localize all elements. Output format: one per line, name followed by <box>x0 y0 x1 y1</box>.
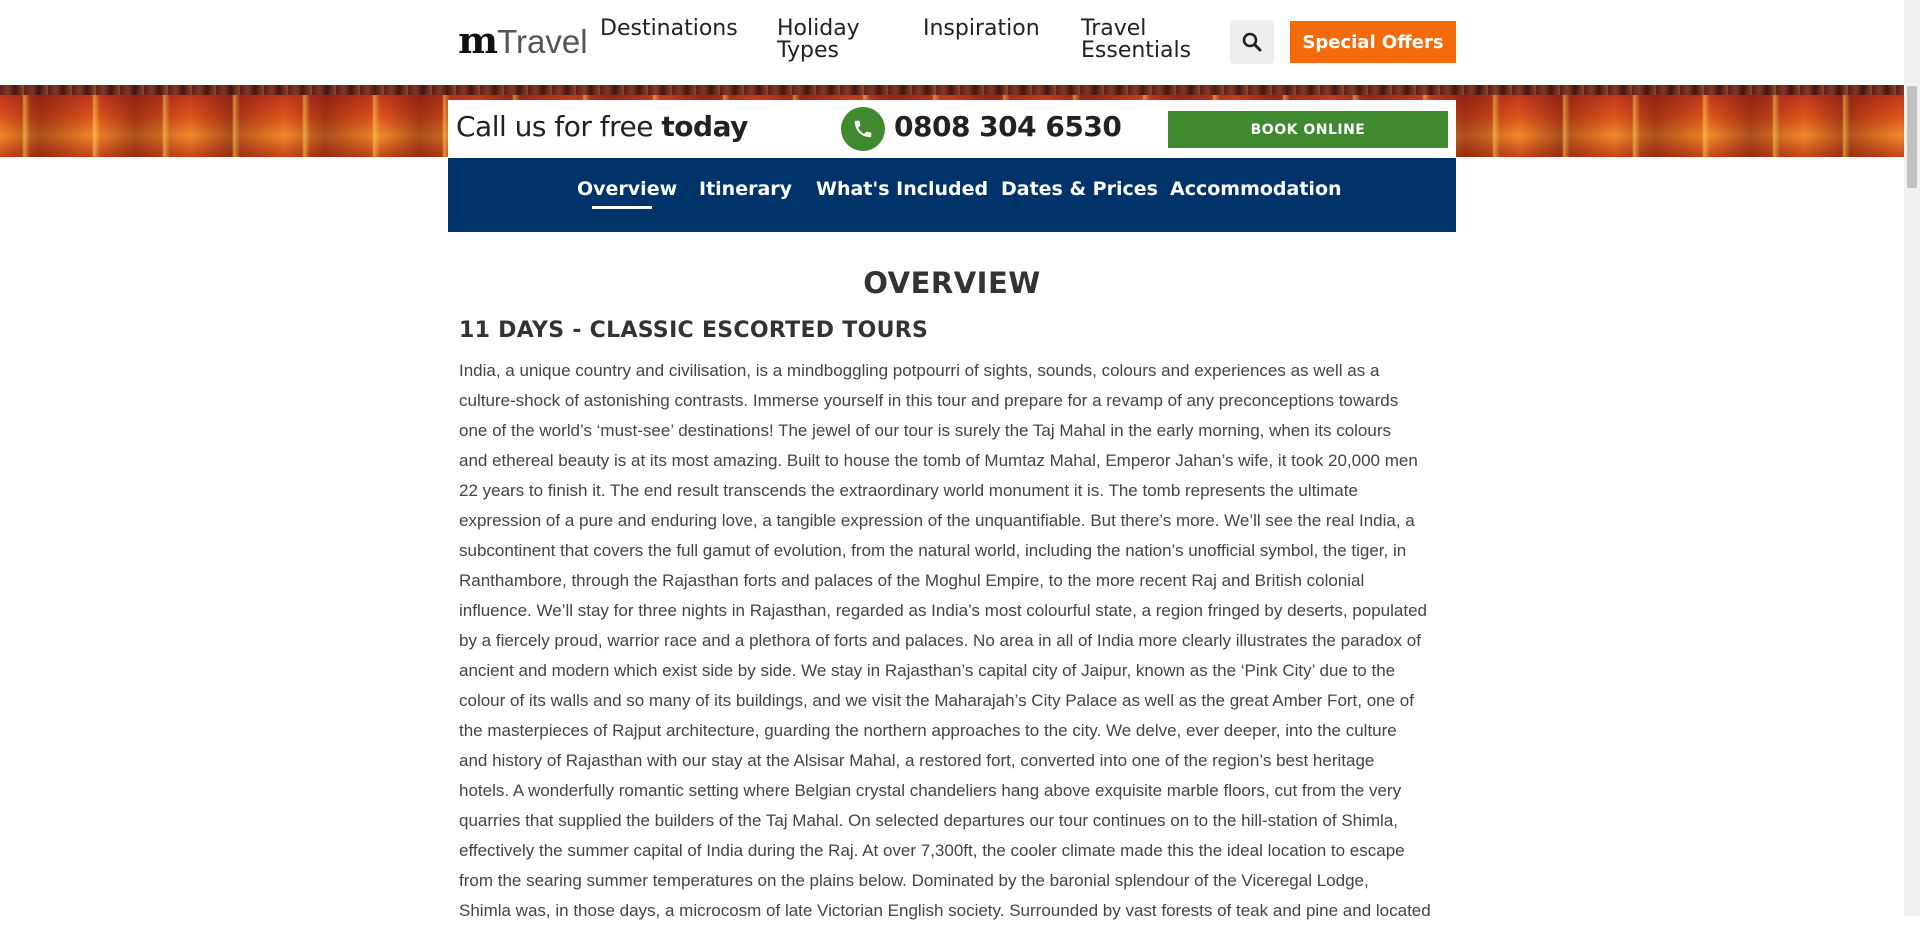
body-line: and history of Rajasthan with our stay a… <box>459 751 1375 770</box>
nav-holiday-types[interactable]: Holiday Types <box>777 18 897 62</box>
scrollbar-thumb[interactable] <box>1907 86 1917 188</box>
body-line: one of the world’s ‘must-see’ destinatio… <box>459 421 1392 440</box>
body-line: colour of its walls and so many of its b… <box>459 691 1414 710</box>
book-online-button[interactable]: BOOK ONLINE <box>1168 111 1448 148</box>
tour-heading: 11 DAYS - CLASSIC ESCORTED TOURS <box>459 318 929 343</box>
logo-mark: m <box>458 20 498 62</box>
body-line: the masterpieces of Rajput architecture,… <box>459 721 1397 740</box>
search-icon <box>1242 32 1262 52</box>
body-line: subcontinent that covers the full gamut … <box>459 541 1407 560</box>
body-line: Ranthambore, through the Rajasthan forts… <box>459 571 1365 590</box>
tour-tab-bar: Overview Itinerary What's Included Dates… <box>448 158 1456 232</box>
body-line: expression of a pure and enduring love, … <box>459 511 1415 530</box>
tab-itinerary[interactable]: Itinerary <box>699 178 792 200</box>
tab-accommodation[interactable]: Accommodation <box>1170 178 1342 200</box>
tab-whats-included[interactable]: What's Included <box>816 178 988 200</box>
tab-overview[interactable]: Overview <box>577 178 677 200</box>
tab-dates-prices[interactable]: Dates & Prices <box>1001 178 1158 200</box>
active-tab-indicator <box>592 206 652 209</box>
body-line: ancient and modern which exist side by s… <box>459 661 1396 680</box>
banner-texture <box>0 85 1904 95</box>
phone-icon[interactable] <box>841 107 885 151</box>
body-line: from the searing summer temperatures on … <box>459 871 1369 890</box>
phone-number[interactable]: 0808 304 6530 <box>894 110 1122 143</box>
nav-destinations[interactable]: Destinations <box>600 18 738 40</box>
overview-body: India, a unique country and civilisation… <box>459 356 1449 926</box>
body-line: by a fiercely proud, warrior race and a … <box>459 631 1421 650</box>
logo[interactable]: m Travel <box>458 20 588 62</box>
search-button[interactable] <box>1230 20 1274 64</box>
body-line: Shimla was, in those days, a microcosm o… <box>459 901 1431 920</box>
logo-text: Travel <box>497 23 588 60</box>
body-line: influence. We’ll stay for three nights i… <box>459 601 1427 620</box>
call-text: Call us for free today <box>456 110 748 143</box>
nav-travel-essentials[interactable]: Travel Essentials <box>1081 18 1201 62</box>
body-line: 22 years to finish it. The end result tr… <box>459 481 1358 500</box>
call-bar: Call us for free today 0808 304 6530 BOO… <box>448 100 1456 158</box>
body-line: quarries that supplied the builders of t… <box>459 811 1399 830</box>
phone-handset-icon <box>854 120 872 138</box>
call-text-prefix: Call us for free <box>456 110 662 143</box>
body-line: culture-shock of astonishing contrasts. … <box>459 391 1399 410</box>
body-line: and ethereal beauty is at its most amazi… <box>459 451 1418 470</box>
site-header: m Travel Destinations Holiday Types Insp… <box>0 0 1904 85</box>
nav-inspiration[interactable]: Inspiration <box>923 18 1040 40</box>
special-offers-button[interactable]: Special Offers <box>1290 21 1456 63</box>
page-title: OVERVIEW <box>863 266 1041 300</box>
page-scrollbar[interactable] <box>1904 0 1920 916</box>
call-text-bold: today <box>661 110 748 143</box>
body-line: India, a unique country and civilisation… <box>459 361 1380 380</box>
body-line: hotels. A wonderfully romantic setting w… <box>459 781 1402 800</box>
body-line: effectively the summer capital of India … <box>459 841 1405 860</box>
